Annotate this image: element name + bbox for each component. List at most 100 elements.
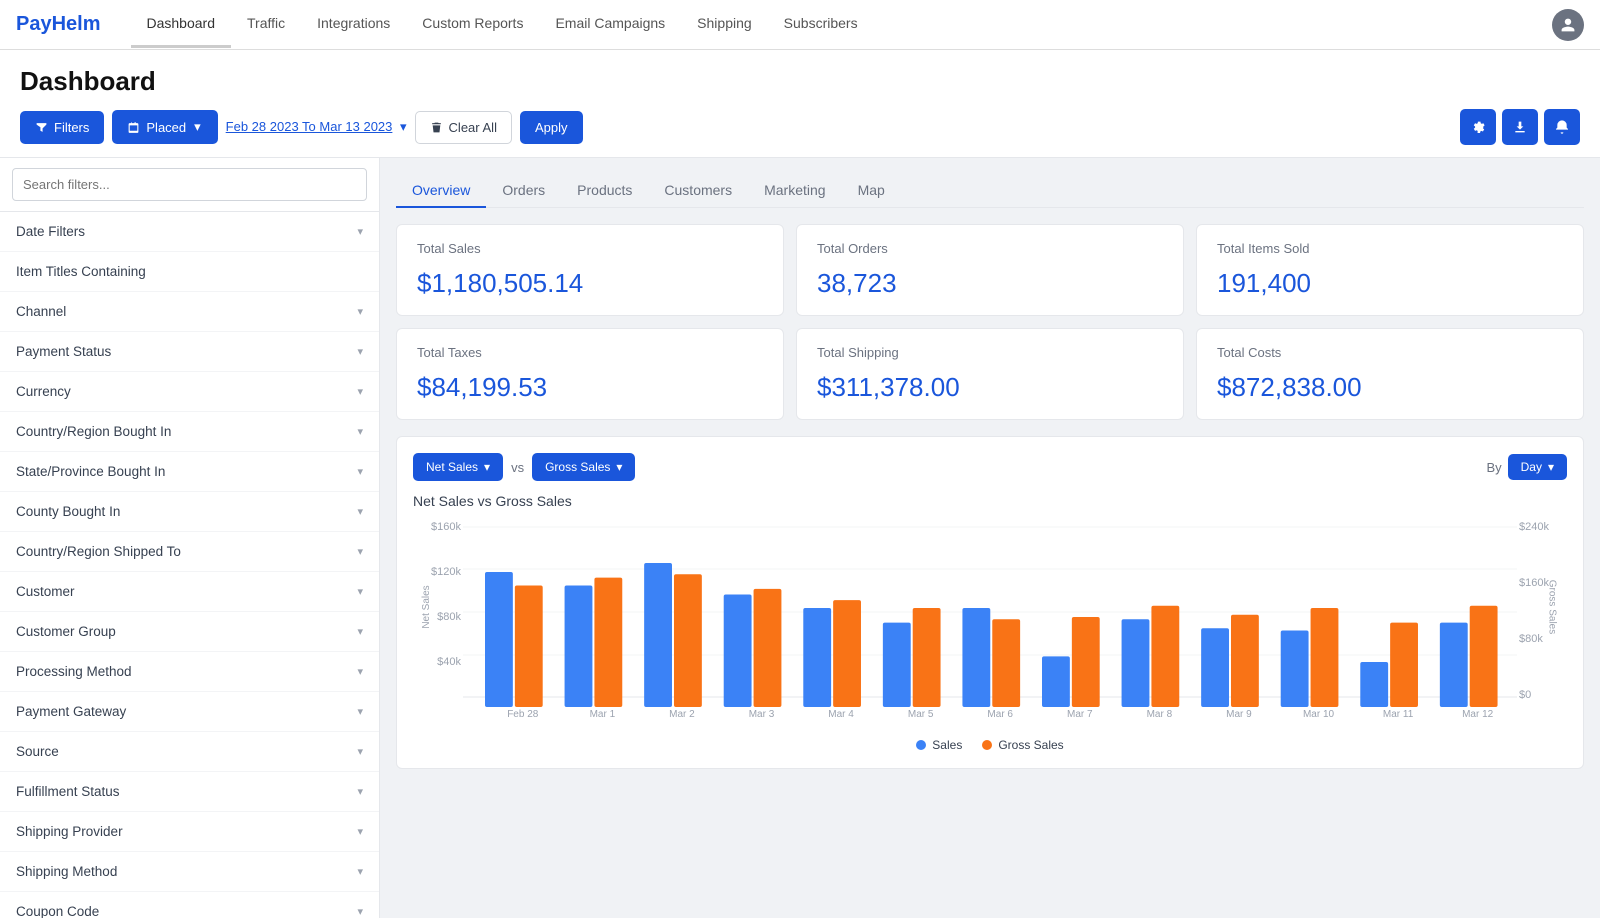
chevron-icon: ▾ [357, 305, 363, 318]
stat-label: Total Shipping [817, 345, 1163, 360]
svg-text:Mar 1: Mar 1 [590, 709, 616, 720]
filter-label: Processing Method [16, 664, 132, 679]
tab-overview[interactable]: Overview [396, 174, 486, 208]
filter-item[interactable]: Item Titles Containing [0, 252, 379, 292]
filter-item[interactable]: Currency ▾ [0, 372, 379, 412]
filter-label: Customer [16, 584, 75, 599]
filter-label: Date Filters [16, 224, 85, 239]
tabs: OverviewOrdersProductsCustomersMarketing… [396, 174, 1584, 208]
filter-icon [35, 121, 48, 134]
user-avatar[interactable] [1552, 9, 1584, 41]
filter-item[interactable]: Processing Method ▾ [0, 652, 379, 692]
filter-item[interactable]: Coupon Code ▾ [0, 892, 379, 918]
filters-button[interactable]: Filters [20, 111, 104, 144]
filter-label: Country/Region Bought In [16, 424, 171, 439]
stat-label: Total Items Sold [1217, 241, 1563, 256]
nav-custom-reports[interactable]: Custom Reports [406, 1, 539, 48]
bar-chart: Feb 28Mar 1Mar 2Mar 3Mar 4Mar 5Mar 6Mar … [463, 517, 1517, 727]
chevron-icon: ▾ [357, 345, 363, 358]
nav-integrations[interactable]: Integrations [301, 1, 406, 48]
filter-item[interactable]: Payment Gateway ▾ [0, 692, 379, 732]
tab-orders[interactable]: Orders [486, 174, 561, 208]
bell-icon-button[interactable] [1544, 109, 1580, 145]
day-button[interactable]: Day ▾ [1508, 454, 1567, 480]
svg-text:Mar 8: Mar 8 [1147, 709, 1173, 720]
clear-all-button[interactable]: Clear All [415, 111, 512, 144]
tab-customers[interactable]: Customers [648, 174, 748, 208]
tab-marketing[interactable]: Marketing [748, 174, 841, 208]
filter-item[interactable]: County Bought In ▾ [0, 492, 379, 532]
settings-icon-button[interactable] [1460, 109, 1496, 145]
download-icon-button[interactable] [1502, 109, 1538, 145]
toolbar-right [1460, 109, 1580, 145]
filter-item[interactable]: Channel ▾ [0, 292, 379, 332]
apply-button[interactable]: Apply [520, 111, 583, 144]
gross-sales-button[interactable]: Gross Sales ▾ [532, 453, 635, 481]
tab-products[interactable]: Products [561, 174, 648, 208]
bell-icon [1554, 119, 1570, 135]
chevron-icon: ▾ [357, 505, 363, 518]
stat-value: $872,838.00 [1217, 372, 1563, 403]
placed-button[interactable]: Placed ▾ [112, 110, 217, 144]
nav-subscribers[interactable]: Subscribers [768, 1, 874, 48]
svg-text:Mar 2: Mar 2 [669, 709, 695, 720]
chevron-icon: ▾ [357, 865, 363, 878]
stat-card: Total Sales $1,180,505.14 [396, 224, 784, 316]
vs-text: vs [511, 460, 524, 475]
filter-label: Channel [16, 304, 66, 319]
filter-item[interactable]: Country/Region Shipped To ▾ [0, 532, 379, 572]
date-range-text[interactable]: Feb 28 2023 To Mar 13 2023 ▾ [226, 119, 407, 135]
page-title: Dashboard [20, 66, 1580, 97]
svg-text:Mar 10: Mar 10 [1303, 709, 1335, 720]
svg-text:Mar 5: Mar 5 [908, 709, 934, 720]
chevron-icon: ▾ [357, 825, 363, 838]
stat-card: Total Taxes $84,199.53 [396, 328, 784, 420]
filter-item[interactable]: Source ▾ [0, 732, 379, 772]
net-sales-button[interactable]: Net Sales ▾ [413, 453, 503, 481]
chevron-icon: ▾ [357, 665, 363, 678]
filter-item[interactable]: State/Province Bought In ▾ [0, 452, 379, 492]
nav-dashboard[interactable]: Dashboard [131, 1, 232, 48]
nav-traffic[interactable]: Traffic [231, 1, 301, 48]
svg-text:Mar 12: Mar 12 [1462, 709, 1494, 720]
stat-value: 38,723 [817, 268, 1163, 299]
page-header: Dashboard Filters Placed ▾ Feb 28 2023 T… [0, 50, 1600, 158]
filter-item[interactable]: Shipping Provider ▾ [0, 812, 379, 852]
filter-item[interactable]: Customer ▾ [0, 572, 379, 612]
nav-right [1552, 9, 1584, 41]
search-input[interactable] [12, 168, 367, 201]
top-nav: PayHelm Dashboard Traffic Integrations C… [0, 0, 1600, 50]
stat-value: $311,378.00 [817, 372, 1163, 403]
stat-label: Total Costs [1217, 345, 1563, 360]
svg-text:Mar 3: Mar 3 [749, 709, 775, 720]
chevron-icon: ▾ [357, 545, 363, 558]
filter-list: Date Filters ▾ Item Titles Containing Ch… [0, 212, 379, 918]
filter-item[interactable]: Country/Region Bought In ▾ [0, 412, 379, 452]
filter-label: Payment Status [16, 344, 111, 359]
logo: PayHelm [16, 13, 101, 36]
chevron-icon: ▾ [357, 905, 363, 918]
filter-item[interactable]: Fulfillment Status ▾ [0, 772, 379, 812]
svg-text:Feb 28: Feb 28 [507, 709, 539, 720]
stat-label: Total Sales [417, 241, 763, 256]
nav-shipping[interactable]: Shipping [681, 1, 768, 48]
chart-toolbar-right: By Day ▾ [1486, 454, 1567, 480]
legend-dot-sales [916, 740, 926, 750]
legend-dot-gross [982, 740, 992, 750]
gear-icon [1470, 119, 1486, 135]
stat-value: 191,400 [1217, 268, 1563, 299]
y-axis-left-label: Net Sales [421, 585, 432, 628]
filter-item[interactable]: Shipping Method ▾ [0, 852, 379, 892]
stat-value: $1,180,505.14 [417, 268, 763, 299]
filter-label: Payment Gateway [16, 704, 126, 719]
filter-label: Currency [16, 384, 71, 399]
y-axis-right-label: Gross Sales [1546, 580, 1557, 634]
filter-item[interactable]: Payment Status ▾ [0, 332, 379, 372]
filter-item[interactable]: Customer Group ▾ [0, 612, 379, 652]
chart-title: Net Sales vs Gross Sales [413, 493, 1567, 509]
filter-item[interactable]: Date Filters ▾ [0, 212, 379, 252]
nav-email-campaigns[interactable]: Email Campaigns [539, 1, 681, 48]
chart-legend: Sales Gross Sales [413, 738, 1567, 752]
tab-map[interactable]: Map [842, 174, 901, 208]
download-icon [1512, 119, 1528, 135]
